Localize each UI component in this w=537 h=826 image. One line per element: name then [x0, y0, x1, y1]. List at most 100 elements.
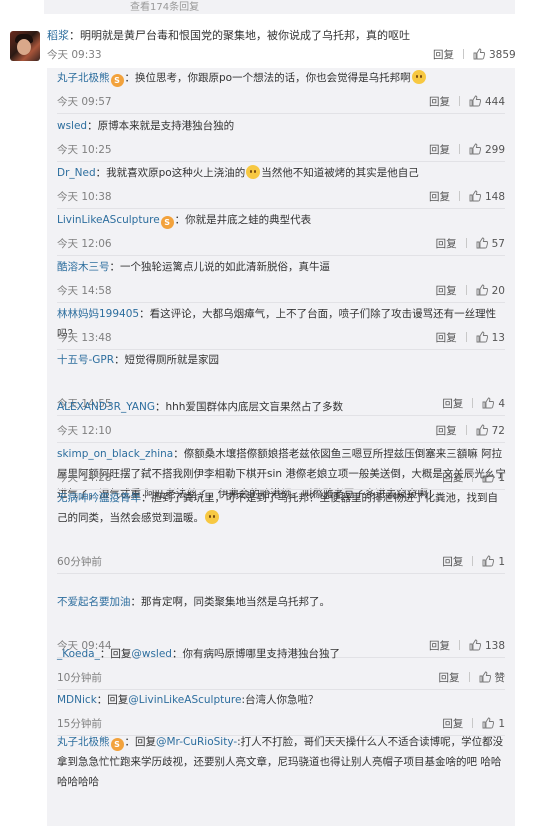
reply-button[interactable]: 回复	[436, 285, 457, 297]
like-button[interactable]: 148	[469, 190, 505, 203]
like-button[interactable]: 13	[476, 331, 505, 344]
reply-body: ：你就是井底之蛙的典型代表	[174, 214, 312, 226]
like-button[interactable]: 444	[469, 95, 505, 108]
more-replies-link[interactable]: 查看174条回复	[130, 0, 199, 13]
smile-emoji-icon	[205, 510, 219, 524]
reply-username[interactable]: 丸子北极熊	[57, 72, 110, 84]
reply-button[interactable]: 回复	[429, 144, 450, 156]
reply-time: 今天 12:06	[57, 238, 112, 250]
reply-body: ：hhh爱国群体内底层文盲果然占了多数	[154, 401, 343, 413]
like-count: 57	[491, 238, 505, 250]
like-button[interactable]: 1	[482, 717, 505, 730]
reply-username[interactable]: 十五号-GPR	[57, 354, 114, 366]
reply-button[interactable]: 回复	[442, 718, 463, 730]
reply-button[interactable]: 回复	[429, 96, 450, 108]
main-comment-username[interactable]: 稻浆	[47, 29, 69, 42]
thumbs-up-icon	[482, 471, 495, 483]
reply-username[interactable]: 酷溶木三号	[57, 261, 110, 273]
like-count: 299	[484, 144, 505, 156]
divider	[57, 161, 505, 162]
reply-actions: 回复 20	[436, 283, 505, 298]
thumbs-up-icon	[476, 284, 488, 296]
reply-prefix: ：回复	[124, 736, 157, 748]
reply-text: 不爱起名要加油：那肯定啊，同类聚集地当然是乌托邦了。	[57, 592, 507, 612]
reply-time: 今天 09:57	[57, 96, 112, 108]
top-bar: 查看174条回复	[0, 0, 537, 14]
like-count: 1	[498, 472, 505, 484]
reply-button[interactable]: 回复	[436, 332, 457, 344]
reply-actions: 回复 1	[442, 470, 505, 485]
reply-body: :台湾人你急啦？	[241, 694, 319, 706]
reply-username[interactable]: 林林妈妈199405	[57, 308, 139, 320]
reply-username[interactable]: 不爱起名要加油	[57, 596, 131, 608]
reply-button[interactable]: 回复	[442, 556, 463, 568]
mention-link[interactable]: @wsled	[131, 648, 172, 660]
thumbs-up-icon	[469, 190, 481, 202]
reply-body: ：那肯定啊，同类聚集地当然是乌托邦了。	[130, 596, 331, 608]
reply-body-continued: 当然他不知道被烤的其实是他自己	[261, 167, 419, 179]
like-count: 3859	[489, 49, 516, 61]
reply-actions: 回复 299	[429, 142, 505, 157]
vip-badge-icon: S	[160, 216, 174, 229]
reply-actions: 回复 57	[436, 236, 505, 251]
reply-username[interactable]: MDNick	[57, 694, 97, 706]
thumbs-up-icon	[482, 717, 495, 729]
reply-time: 10分钟前	[57, 672, 102, 684]
reply-username[interactable]: LivinLikeASculpture	[57, 214, 160, 226]
avatar[interactable]	[10, 31, 40, 61]
reply-actions: 回复 148	[429, 189, 505, 204]
reply-actions: 回复 13	[436, 330, 505, 345]
thumbs-up-icon	[476, 237, 488, 249]
reply-username[interactable]: 无病呻吟瘟疫青年	[57, 492, 141, 504]
reply-text: 酷溶木三号：一个独轮运篱点儿说的如此清新脱俗，真牛逼	[57, 257, 507, 277]
like-button[interactable]: 赞	[479, 671, 506, 684]
reply-username[interactable]: _Koeda_	[57, 648, 100, 660]
reply-button[interactable]: 回复	[433, 49, 454, 61]
mention-link[interactable]: @LivinLikeASculpture	[128, 694, 241, 706]
like-button[interactable]: 57	[476, 237, 505, 250]
divider	[57, 208, 505, 209]
reply-button[interactable]: 回复	[436, 425, 457, 437]
like-count: 赞	[494, 672, 506, 684]
mention-link[interactable]: @Mr-CuRioSity-	[156, 736, 237, 748]
divider	[57, 442, 505, 443]
like-button[interactable]: 1	[482, 471, 505, 484]
reply-username[interactable]: wsled	[57, 120, 87, 132]
reply-button[interactable]: 回复	[436, 238, 457, 250]
reply-text: 十五号-GPR：短觉得厕所就是家园	[57, 350, 507, 370]
main-comment-actions: 回复 3859	[433, 47, 516, 62]
like-button[interactable]: 72	[476, 424, 505, 437]
like-button[interactable]: 20	[476, 284, 505, 297]
like-count: 148	[484, 191, 505, 203]
reply-username[interactable]: skimp_on_black_zhina	[57, 448, 173, 460]
divider	[57, 573, 505, 574]
reply-time: 60分钟前	[57, 556, 102, 568]
reply-body: ：短觉得厕所就是家园	[114, 354, 220, 366]
reply-username[interactable]: Dr_Ned	[57, 167, 96, 179]
reply-button[interactable]: 回复	[439, 672, 460, 684]
reply-actions: 回复 赞	[439, 670, 506, 685]
vip-badge-icon: S	[110, 74, 124, 87]
reply-username[interactable]: ALEXAND3R_YANG	[57, 401, 155, 413]
thumbs-up-icon	[482, 555, 495, 567]
like-button[interactable]: 3859	[473, 48, 516, 61]
main-comment: 稻浆：明明就是黄尸台毒和恨国党的聚集地，被你说成了乌托邦，真的呕吐 今天 09:…	[0, 22, 537, 68]
reply-button[interactable]: 回复	[429, 191, 450, 203]
like-button[interactable]: 1	[482, 555, 505, 568]
reply-button[interactable]: 回复	[442, 472, 463, 484]
divider	[57, 113, 505, 114]
reply-time: 今天 10:38	[57, 191, 112, 203]
thumbs-up-icon	[473, 48, 485, 60]
reply-username[interactable]: 丸子北极熊	[57, 736, 110, 748]
reply-actions: 回复 1	[442, 554, 505, 569]
reply-time: 今天 12:10	[57, 425, 112, 437]
reply-prefix: ：回复	[99, 648, 132, 660]
like-count: 13	[491, 332, 505, 344]
reply-text: MDNick：回复@LivinLikeASculpture:台湾人你急啦？	[57, 690, 507, 710]
reply-text: wsled：原博本来就是支持港独台独的	[57, 116, 507, 136]
main-comment-body: ：明明就是黄尸台毒和恨国党的聚集地，被你说成了乌托邦，真的呕吐	[69, 29, 410, 42]
reply-time: 今天 14:58	[57, 285, 112, 297]
like-button[interactable]: 299	[469, 143, 505, 156]
reply-text: 丸子北极熊 S ：回复@Mr-CuRioSity-:打人不打脸，哥们天天操什么人不适…	[57, 732, 507, 792]
reply-text: ALEXAND3R_YANG：hhh爱国群体内底层文盲果然占了多数	[57, 397, 507, 417]
